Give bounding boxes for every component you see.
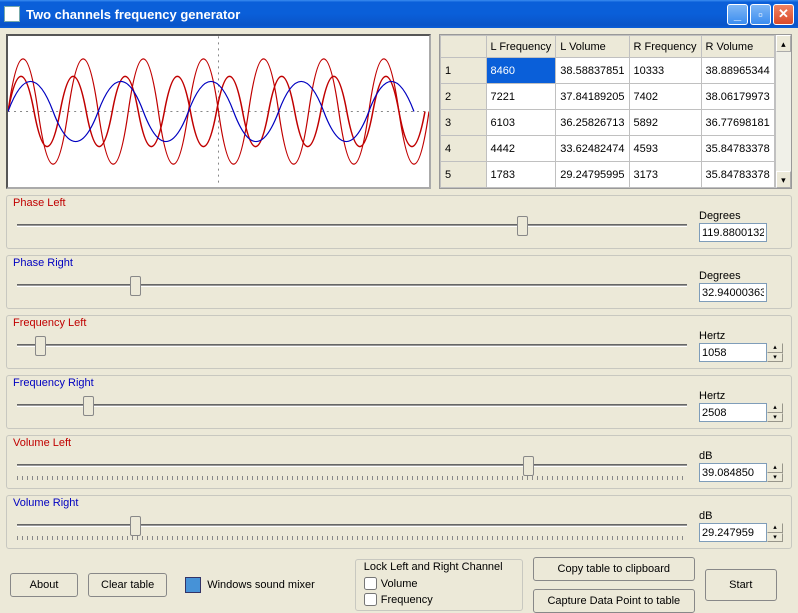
freq-right-input[interactable]	[699, 403, 767, 422]
freq-right-label: Frequency Right	[13, 377, 785, 389]
phase-left-input[interactable]	[699, 223, 767, 242]
vol-left-unit: dB	[699, 450, 785, 462]
freq-right-slider[interactable]	[13, 394, 691, 418]
vol-right-input[interactable]	[699, 523, 767, 542]
start-button[interactable]: Start	[705, 569, 777, 601]
lock-title: Lock Left and Right Channel	[364, 561, 514, 573]
vol-left-slider[interactable]	[13, 454, 691, 478]
phase-left-group: Phase Left Degrees	[6, 195, 792, 249]
titlebar: Two channels frequency generator _ ▫ ✕	[0, 0, 798, 28]
freq-left-spinner[interactable]: ▴▾	[767, 343, 783, 362]
col-rfreq[interactable]: R Frequency	[629, 36, 701, 58]
lock-frequency-checkbox[interactable]: Frequency	[364, 593, 514, 606]
table-row[interactable]: 1 8460 38.588378511033338.88965344	[441, 58, 775, 84]
table-scrollbar[interactable]: ▴ ▾	[775, 35, 791, 188]
freq-left-label: Frequency Left	[13, 317, 785, 329]
sound-mixer-link[interactable]: Windows sound mixer	[185, 577, 315, 593]
freq-right-spinner[interactable]: ▴▾	[767, 403, 783, 422]
lock-volume-checkbox[interactable]: Volume	[364, 577, 514, 590]
clear-table-button[interactable]: Clear table	[88, 573, 167, 597]
phase-left-slider[interactable]	[13, 214, 691, 238]
table-row[interactable]: 5 1783 29.24795995317335.84783378	[441, 162, 775, 188]
vol-right-unit: dB	[699, 510, 785, 522]
copy-table-button[interactable]: Copy table to clipboard	[533, 557, 695, 581]
table-row[interactable]: 3 6103 36.25826713589236.77698181	[441, 110, 775, 136]
mixer-icon	[185, 577, 201, 593]
maximize-button[interactable]: ▫	[750, 4, 771, 25]
vol-right-slider[interactable]	[13, 514, 691, 538]
vol-left-input[interactable]	[699, 463, 767, 482]
vol-right-spinner[interactable]: ▴▾	[767, 523, 783, 542]
waveform-display	[6, 34, 431, 189]
freq-left-unit: Hertz	[699, 330, 785, 342]
vol-right-label: Volume Right	[13, 497, 785, 509]
freq-right-unit: Hertz	[699, 390, 785, 402]
col-lvol[interactable]: L Volume	[556, 36, 629, 58]
phase-right-unit: Degrees	[699, 270, 785, 282]
vol-right-group: Volume Right dB ▴▾	[6, 495, 792, 549]
minimize-button[interactable]: _	[727, 4, 748, 25]
col-rvol[interactable]: R Volume	[701, 36, 774, 58]
table-row[interactable]: 4 4442 33.62482474459335.84783378	[441, 136, 775, 162]
data-table[interactable]: L Frequency L Volume R Frequency R Volum…	[439, 34, 792, 189]
content-area: L Frequency L Volume R Frequency R Volum…	[0, 28, 798, 597]
lock-group: Lock Left and Right Channel Volume Frequ…	[355, 559, 523, 611]
phase-right-slider[interactable]	[13, 274, 691, 298]
capture-point-button[interactable]: Capture Data Point to table	[533, 589, 695, 613]
table-row[interactable]: 2 7221 37.84189205740238.06179973	[441, 84, 775, 110]
window-title: Two channels frequency generator	[26, 7, 725, 22]
freq-left-group: Frequency Left Hertz ▴▾	[6, 315, 792, 369]
vol-left-label: Volume Left	[13, 437, 785, 449]
scroll-down-icon[interactable]: ▾	[776, 171, 791, 188]
phase-right-input[interactable]	[699, 283, 767, 302]
freq-right-group: Frequency Right Hertz ▴▾	[6, 375, 792, 429]
close-button[interactable]: ✕	[773, 4, 794, 25]
col-lfreq[interactable]: L Frequency	[486, 36, 556, 58]
freq-left-input[interactable]	[699, 343, 767, 362]
vol-left-group: Volume Left dB ▴▾	[6, 435, 792, 489]
app-icon	[4, 6, 20, 22]
phase-left-label: Phase Left	[13, 197, 785, 209]
about-button[interactable]: About	[10, 573, 78, 597]
table-corner	[441, 36, 487, 58]
phase-right-label: Phase Right	[13, 257, 785, 269]
scroll-up-icon[interactable]: ▴	[776, 35, 791, 52]
freq-left-slider[interactable]	[13, 334, 691, 358]
phase-right-group: Phase Right Degrees	[6, 255, 792, 309]
phase-left-unit: Degrees	[699, 210, 785, 222]
vol-left-spinner[interactable]: ▴▾	[767, 463, 783, 482]
